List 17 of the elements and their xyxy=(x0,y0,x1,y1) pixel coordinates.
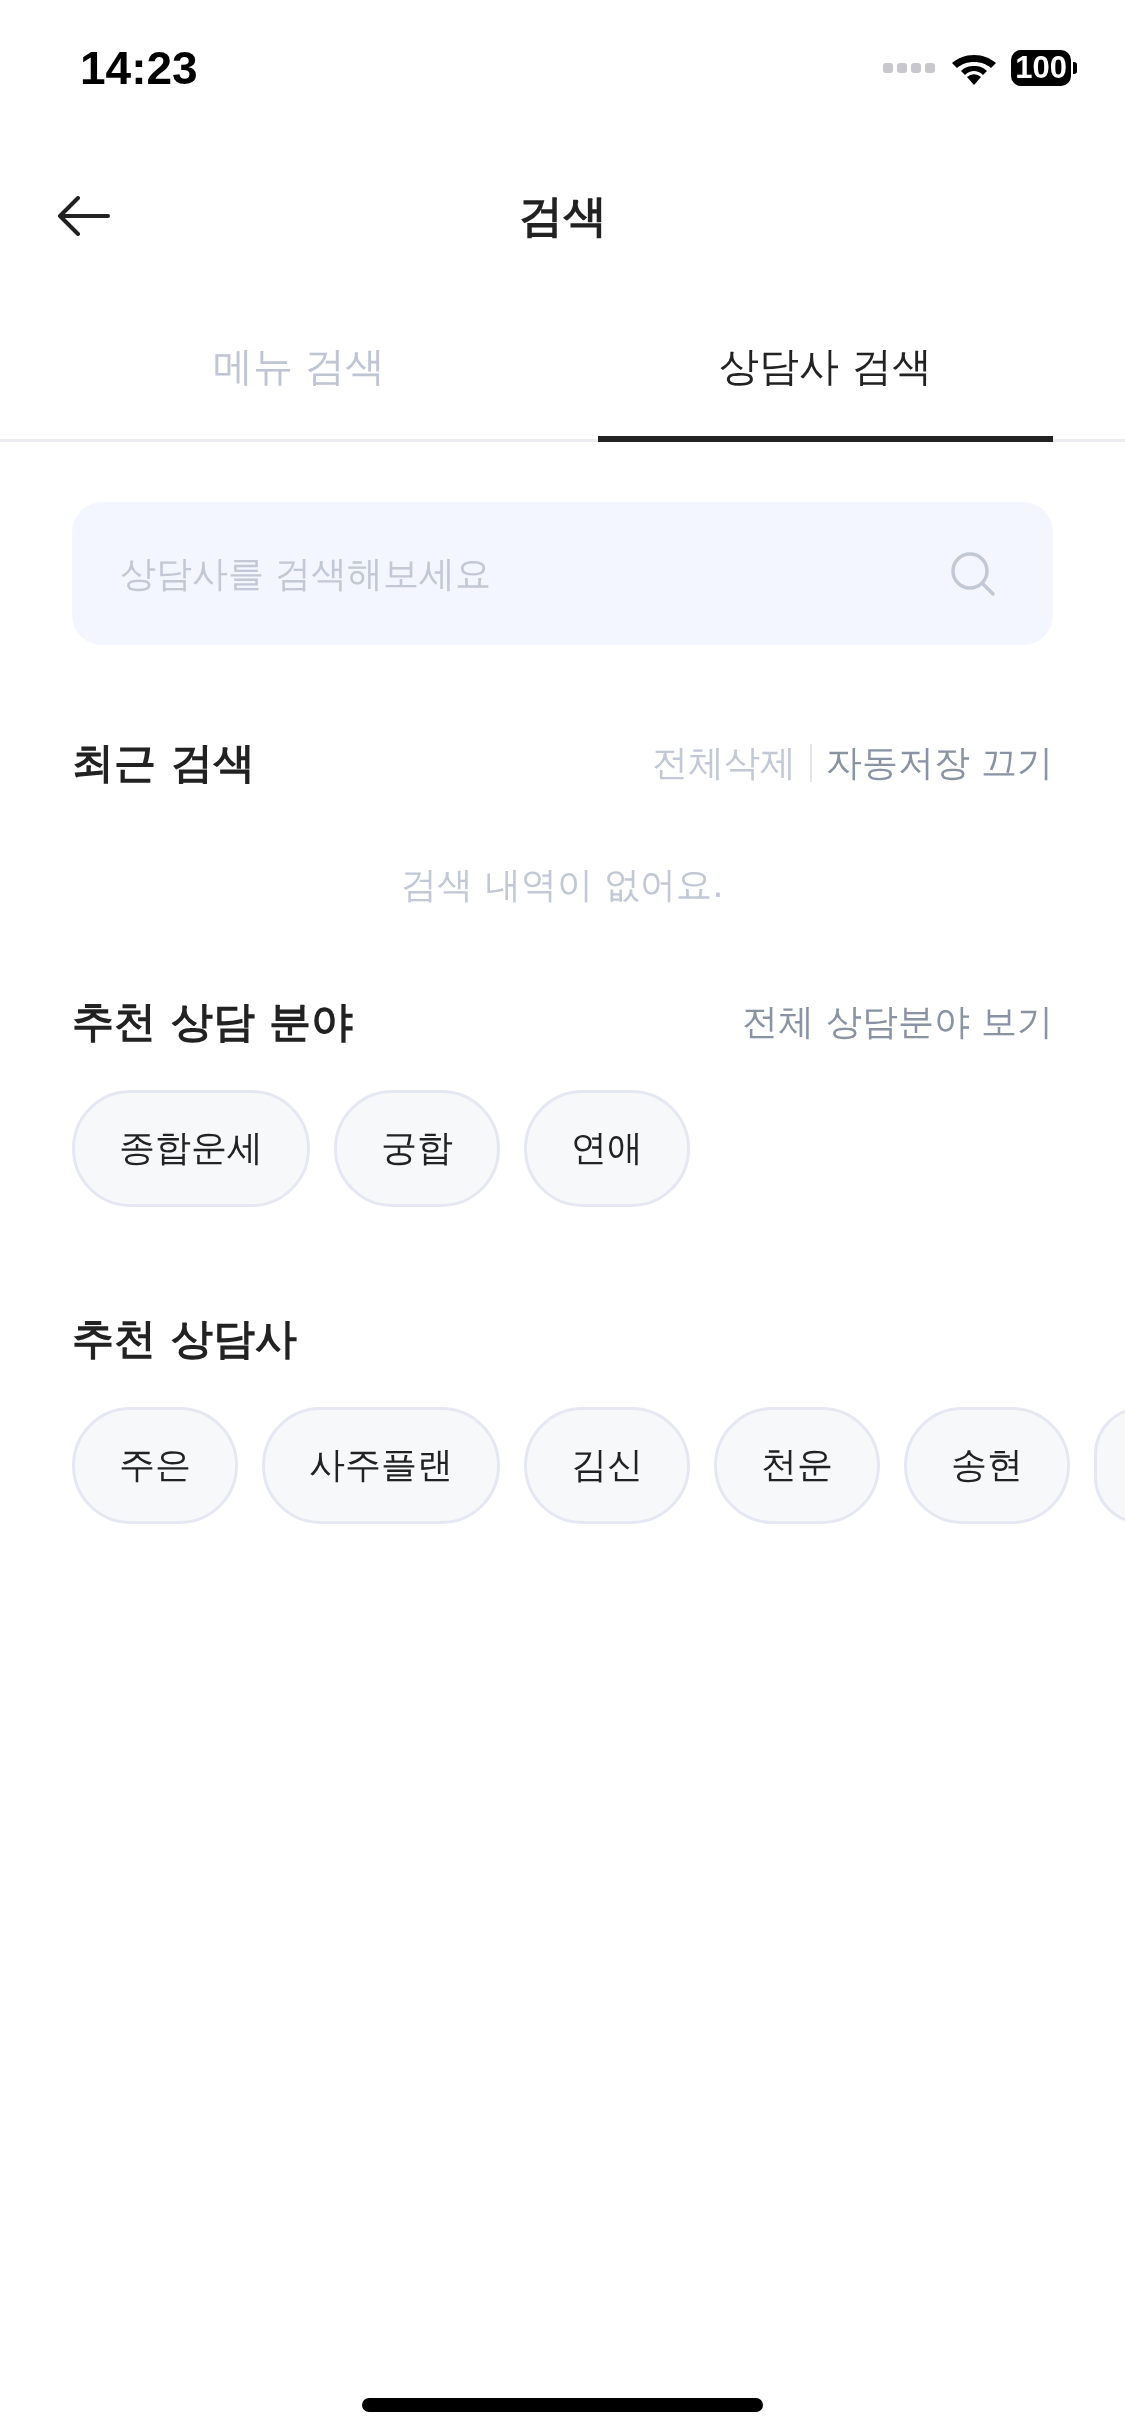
tab[interactable]: 상담사 검색 xyxy=(598,296,1053,442)
back-button[interactable] xyxy=(56,196,110,236)
section-title: 추천 상담 분야 xyxy=(72,996,354,1048)
chip[interactable]: 송현 xyxy=(904,1407,1070,1524)
chip[interactable]: 종합운세 xyxy=(72,1090,310,1207)
page-title: 검색 xyxy=(518,188,607,243)
chip[interactable]: 연애 xyxy=(524,1090,690,1207)
empty-message: 검색 내역이 없어요. xyxy=(400,863,725,907)
chip[interactable]: 사주플랜 xyxy=(262,1407,500,1524)
section-title: 추천 상담사 xyxy=(72,1313,297,1365)
chip[interactable]: 주은 xyxy=(72,1407,238,1524)
clock: 14:23 xyxy=(80,41,198,95)
chip[interactable]: 궁합 xyxy=(334,1090,500,1207)
chip[interactable]: 김신 xyxy=(524,1407,690,1524)
signal-icon xyxy=(883,62,938,74)
section-title: 최근 검색 xyxy=(72,737,255,789)
chip[interactable]: 천운 xyxy=(714,1407,880,1524)
